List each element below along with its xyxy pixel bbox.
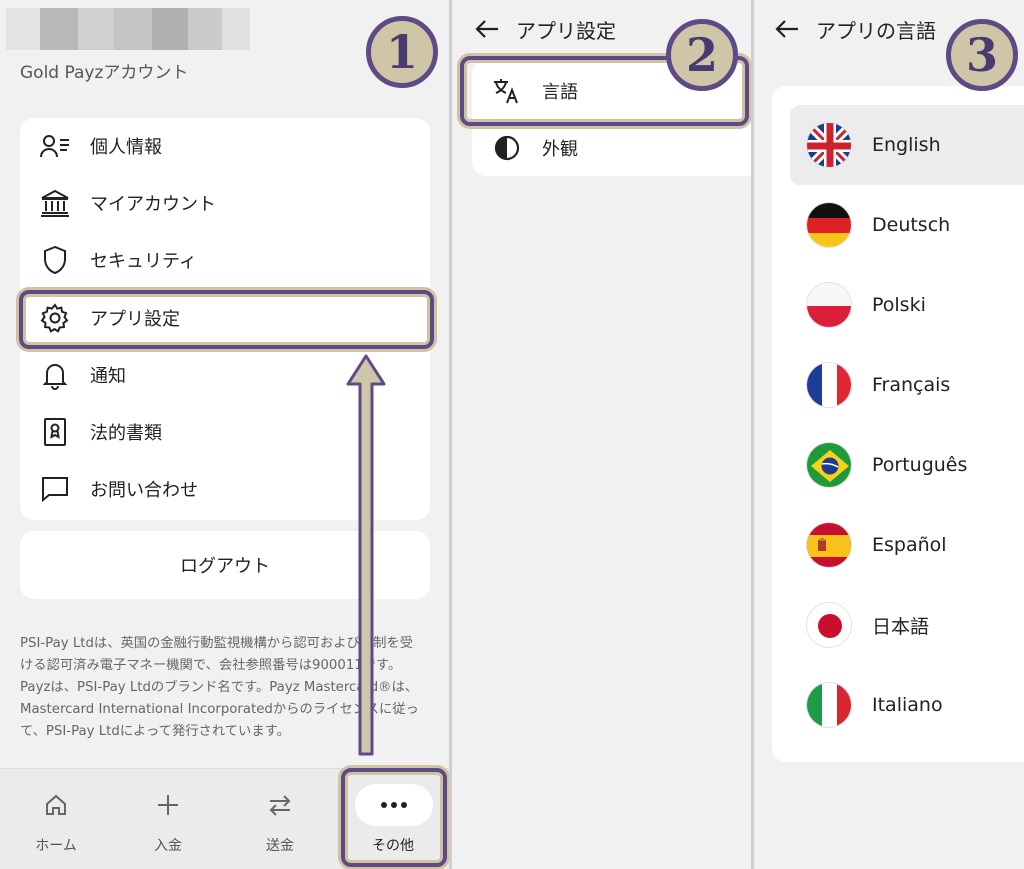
contrast-icon	[492, 133, 522, 163]
app-language-header: アプリの言語	[772, 14, 936, 44]
brazil-flag-icon	[806, 442, 852, 488]
language-label: Español	[872, 534, 947, 556]
menu-item-security[interactable]: セキュリティ	[20, 232, 430, 288]
menu-item-personal-info[interactable]: 個人情報	[20, 118, 430, 174]
page-title: アプリ設定	[516, 18, 616, 43]
menu-item-label: マイアカウント	[90, 194, 216, 215]
bank-icon	[40, 188, 70, 218]
spain-flag-icon	[806, 522, 852, 568]
step-badge-3: 3	[946, 19, 1018, 91]
language-label: 日本語	[872, 615, 930, 638]
nav-label: 入金	[154, 838, 182, 854]
back-arrow-icon[interactable]	[472, 14, 502, 44]
app-settings-panel: アプリ設定 言語 外観 2	[452, 0, 751, 869]
shield-icon	[40, 245, 70, 275]
language-label: Polski	[872, 294, 926, 316]
language-list-card: English Deutsch Polski Français Portuguê…	[772, 86, 1024, 762]
uk-flag-icon	[806, 122, 852, 168]
settings-item-label: 外観	[542, 139, 578, 160]
app-settings-header: アプリ設定	[472, 14, 616, 44]
bell-icon	[40, 360, 70, 390]
language-option-espanol[interactable]: Español	[790, 505, 1024, 585]
account-type-label: Gold Payzアカウント	[20, 63, 189, 83]
menu-item-label: お問い合わせ	[90, 480, 198, 501]
home-icon	[0, 791, 112, 819]
more-menu-panel: Gold Payzアカウント 個人情報 マイアカウント セキュリティ アプリ設定	[0, 0, 449, 869]
language-option-portugues[interactable]: Português	[790, 425, 1024, 505]
more-highlight-frame	[341, 768, 447, 867]
step-badge-2: 2	[666, 19, 738, 91]
italy-flag-icon	[806, 682, 852, 728]
annotation-arrow	[346, 354, 386, 756]
page-title: アプリの言語	[816, 18, 936, 43]
settings-item-appearance[interactable]: 外観	[472, 119, 751, 177]
nav-home[interactable]: ホーム	[0, 769, 112, 869]
nav-transfer[interactable]: 送金	[224, 769, 336, 869]
language-option-polski[interactable]: Polski	[790, 265, 1024, 345]
germany-flag-icon	[806, 202, 852, 248]
language-option-english[interactable]: English	[790, 105, 1024, 185]
language-option-deutsch[interactable]: Deutsch	[790, 185, 1024, 265]
step-badge-1: 1	[366, 16, 438, 88]
blurred-account-name	[6, 8, 250, 50]
menu-item-label: 通知	[90, 366, 126, 387]
app-settings-highlight-frame	[19, 290, 434, 349]
app-language-panel: アプリの言語 English Deutsch Polski Français P…	[754, 0, 1024, 869]
language-label: Italiano	[872, 694, 943, 716]
nav-label: ホーム	[35, 838, 77, 854]
nav-label: 送金	[266, 838, 294, 854]
language-label: English	[872, 134, 941, 156]
language-option-italiano[interactable]: Italiano	[790, 665, 1024, 745]
menu-item-my-account[interactable]: マイアカウント	[20, 175, 430, 231]
language-label: Français	[872, 374, 951, 396]
transfer-arrows-icon	[224, 791, 336, 819]
menu-item-label: 法的書類	[90, 423, 162, 444]
menu-item-label: 個人情報	[90, 137, 162, 158]
language-label: Português	[872, 454, 968, 476]
language-label: Deutsch	[872, 214, 951, 236]
nav-deposit[interactable]: 入金	[112, 769, 224, 869]
language-option-francais[interactable]: Français	[790, 345, 1024, 425]
person-list-icon	[40, 131, 70, 161]
france-flag-icon	[806, 362, 852, 408]
poland-flag-icon	[806, 282, 852, 328]
plus-icon	[112, 791, 224, 819]
chat-bubble-icon	[40, 474, 70, 504]
menu-item-label: セキュリティ	[90, 251, 197, 272]
back-arrow-icon[interactable]	[772, 14, 802, 44]
japan-flag-icon	[806, 602, 852, 648]
language-option-japanese[interactable]: 日本語	[790, 585, 1024, 665]
document-badge-icon	[40, 417, 70, 447]
